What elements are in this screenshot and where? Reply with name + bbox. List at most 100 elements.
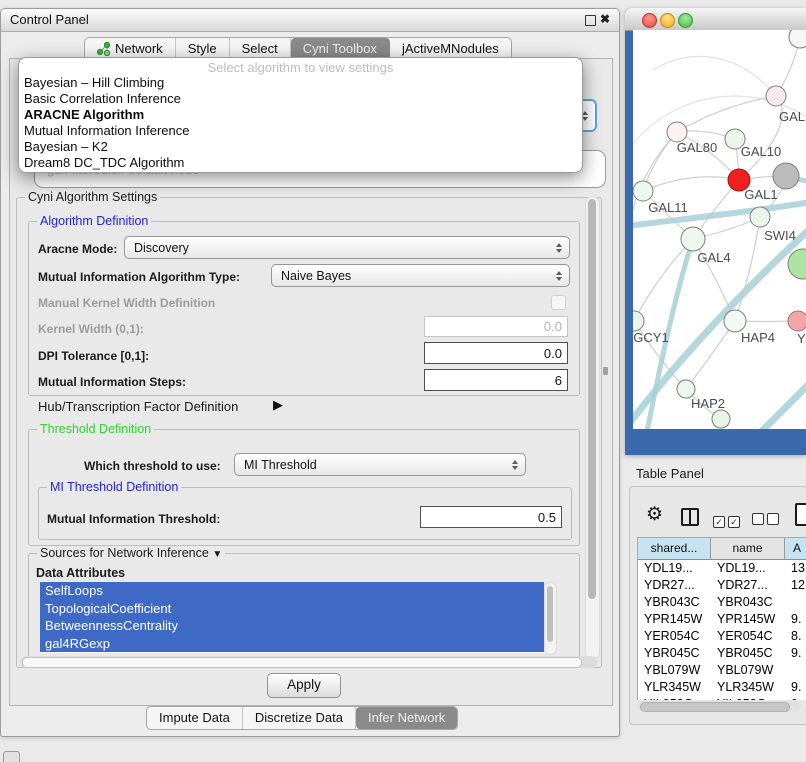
minimize-traffic-icon[interactable] (660, 13, 675, 28)
network-node-gal4[interactable] (681, 227, 705, 251)
table-row[interactable]: YPR145WYPR145W9. (638, 611, 806, 628)
node-label: GAL11 (648, 200, 688, 215)
tab-discretize-data-label: Discretize Data (255, 710, 343, 725)
attributes-hscrollbar-thumb[interactable] (22, 657, 582, 668)
export-table-icon[interactable] (795, 503, 806, 526)
network-node[interactable] (789, 30, 806, 48)
tab-jactivemnodules-label: jActiveMNodules (402, 41, 499, 56)
network-node[interactable] (788, 311, 806, 331)
settings-scrollbar-thumb[interactable] (588, 199, 596, 599)
control-panel-titlebar[interactable]: Control Panel ✖ (1, 9, 619, 32)
data-attributes-label: Data Attributes (36, 566, 125, 580)
network-node[interactable] (773, 163, 799, 189)
which-threshold-combo[interactable]: MI Threshold (234, 453, 526, 476)
attribute-item[interactable]: BetweennessCentrality (40, 617, 544, 635)
algorithm-option[interactable]: Bayesian – K2 (19, 139, 582, 155)
column-header-partial[interactable]: A (785, 538, 806, 559)
table-row[interactable]: YBL079WYBL079W (638, 662, 806, 679)
sources-group-title: Sources for Network Inference ▼ (37, 546, 225, 560)
node-label: GCY1 (633, 330, 668, 345)
kernel-width-field[interactable] (424, 316, 568, 337)
network-node-gal80[interactable] (667, 122, 687, 142)
table-row[interactable]: YIL052CYIL052C9. (638, 696, 806, 700)
collapse-arrow-icon[interactable]: ▼ (212, 549, 222, 560)
splitpane-divider-grip[interactable] (603, 367, 608, 375)
attribute-item[interactable]: gal4RGexp (40, 635, 544, 653)
table-row[interactable]: YLR345WYLR345W9. (638, 679, 806, 696)
tab-infer-network-label: Infer Network (368, 710, 445, 725)
settings-scrollbar[interactable] (585, 196, 600, 660)
apply-button[interactable]: Apply (267, 673, 341, 698)
minimized-panel-icon[interactable] (3, 751, 20, 762)
table-hscrollbar[interactable] (638, 701, 801, 712)
table-header-row: shared... name A (638, 538, 806, 560)
table-row[interactable]: YBR045CYBR045C9. (638, 645, 806, 662)
algorithm-option[interactable]: Mutual Information Inference (19, 123, 582, 139)
algorithm-option[interactable]: Dream8 DC_TDC Algorithm (19, 155, 582, 171)
attributes-scrollbar[interactable] (544, 582, 557, 655)
select-all-icon[interactable]: ✓✓ (713, 512, 743, 530)
column-header-name[interactable]: name (711, 538, 785, 559)
network-graph[interactable]: GAL GAL80 GAL10 GAL1 GAL11 SWI4 GAL4 GCY… (633, 30, 806, 429)
columns-icon[interactable] (681, 508, 699, 526)
unchecked-box-icon (752, 513, 764, 525)
tab-impute-data[interactable]: Impute Data (147, 707, 243, 729)
network-node-gal11[interactable] (633, 181, 653, 201)
network-node-gcy1[interactable] (633, 311, 644, 331)
deselect-all-icon[interactable] (752, 512, 782, 530)
column-header-shared-name[interactable]: shared... (638, 538, 711, 559)
aracne-mode-combo[interactable]: Discovery (124, 236, 570, 259)
which-threshold-value: MI Threshold (244, 458, 317, 472)
tab-impute-data-label: Impute Data (159, 710, 230, 725)
node-label: HAP2 (691, 396, 725, 411)
tab-infer-network[interactable]: Infer Network (356, 707, 457, 729)
tab-network-label: Network (115, 41, 163, 56)
mi-threshold-field[interactable] (420, 506, 562, 528)
mi-steps-field[interactable] (424, 369, 568, 391)
data-attributes-list: SelfLoops TopologicalCoefficient Between… (40, 582, 544, 653)
table-row[interactable]: YBR043CYBR043C (638, 594, 806, 611)
algorithm-option[interactable]: Bayesian – Hill Climbing (19, 75, 582, 91)
close-icon[interactable]: ✖ (600, 12, 610, 26)
attribute-item[interactable]: SelfLoops (40, 582, 544, 600)
combo-arrows-icon (512, 454, 518, 475)
table-hscrollbar-thumb[interactable] (640, 702, 790, 712)
mi-threshold-group-title: MI Threshold Definition (47, 480, 181, 494)
network-node-swi4[interactable] (750, 207, 770, 227)
node-label: GAL4 (697, 250, 730, 265)
table-row[interactable]: YDL19...YDL19...13 (638, 560, 806, 577)
mi-algorithm-type-label: Mutual Information Algorithm Type: (38, 270, 240, 284)
algorithm-option-selected[interactable]: ARACNE Algorithm (19, 107, 582, 123)
table-row[interactable]: YDR27...YDR27...12 (638, 577, 806, 594)
network-node[interactable] (712, 410, 730, 428)
zoom-traffic-icon[interactable] (678, 13, 693, 28)
attributes-scrollbar-thumb[interactable] (547, 586, 553, 642)
which-threshold-label: Which threshold to use: (84, 459, 221, 473)
network-node[interactable] (788, 249, 806, 279)
close-traffic-icon[interactable] (642, 13, 657, 28)
network-node-hap4[interactable] (724, 310, 746, 332)
network-node[interactable] (766, 86, 786, 106)
mi-threshold-label: Mutual Information Threshold: (47, 512, 220, 526)
attribute-item[interactable]: TopologicalCoefficient (40, 600, 544, 618)
float-window-icon[interactable] (585, 15, 596, 26)
manual-kernel-width-checkbox[interactable] (551, 295, 566, 310)
tab-style-label: Style (188, 41, 217, 56)
expand-arrow-icon[interactable]: ▶ (273, 397, 283, 413)
network-canvas[interactable]: GAL GAL80 GAL10 GAL1 GAL11 SWI4 GAL4 GCY… (633, 30, 806, 429)
algorithm-definition-title: Algorithm Definition (37, 214, 151, 228)
tab-discretize-data[interactable]: Discretize Data (243, 707, 356, 729)
combo-arrows-icon (556, 265, 562, 286)
mi-algorithm-type-combo[interactable]: Naive Bayes (271, 264, 570, 287)
gear-icon[interactable]: ⚙ (646, 503, 663, 526)
attributes-hscrollbar[interactable] (20, 656, 598, 668)
node-label: HAP4 (741, 330, 775, 345)
hub-section-label[interactable]: Hub/Transcription Factor Definition (38, 399, 238, 414)
dpi-tolerance-field[interactable] (424, 342, 568, 364)
algorithm-option[interactable]: Basic Correlation Inference (19, 91, 582, 107)
mi-steps-label: Mutual Information Steps: (38, 375, 186, 389)
node-table: shared... name A YDL19...YDL19...13 YDR2… (637, 537, 806, 700)
table-row[interactable]: YER054CYER054C8. (638, 628, 806, 645)
kernel-width-label: Kernel Width (0,1): (38, 322, 144, 336)
network-window-titlebar[interactable] (625, 8, 806, 31)
